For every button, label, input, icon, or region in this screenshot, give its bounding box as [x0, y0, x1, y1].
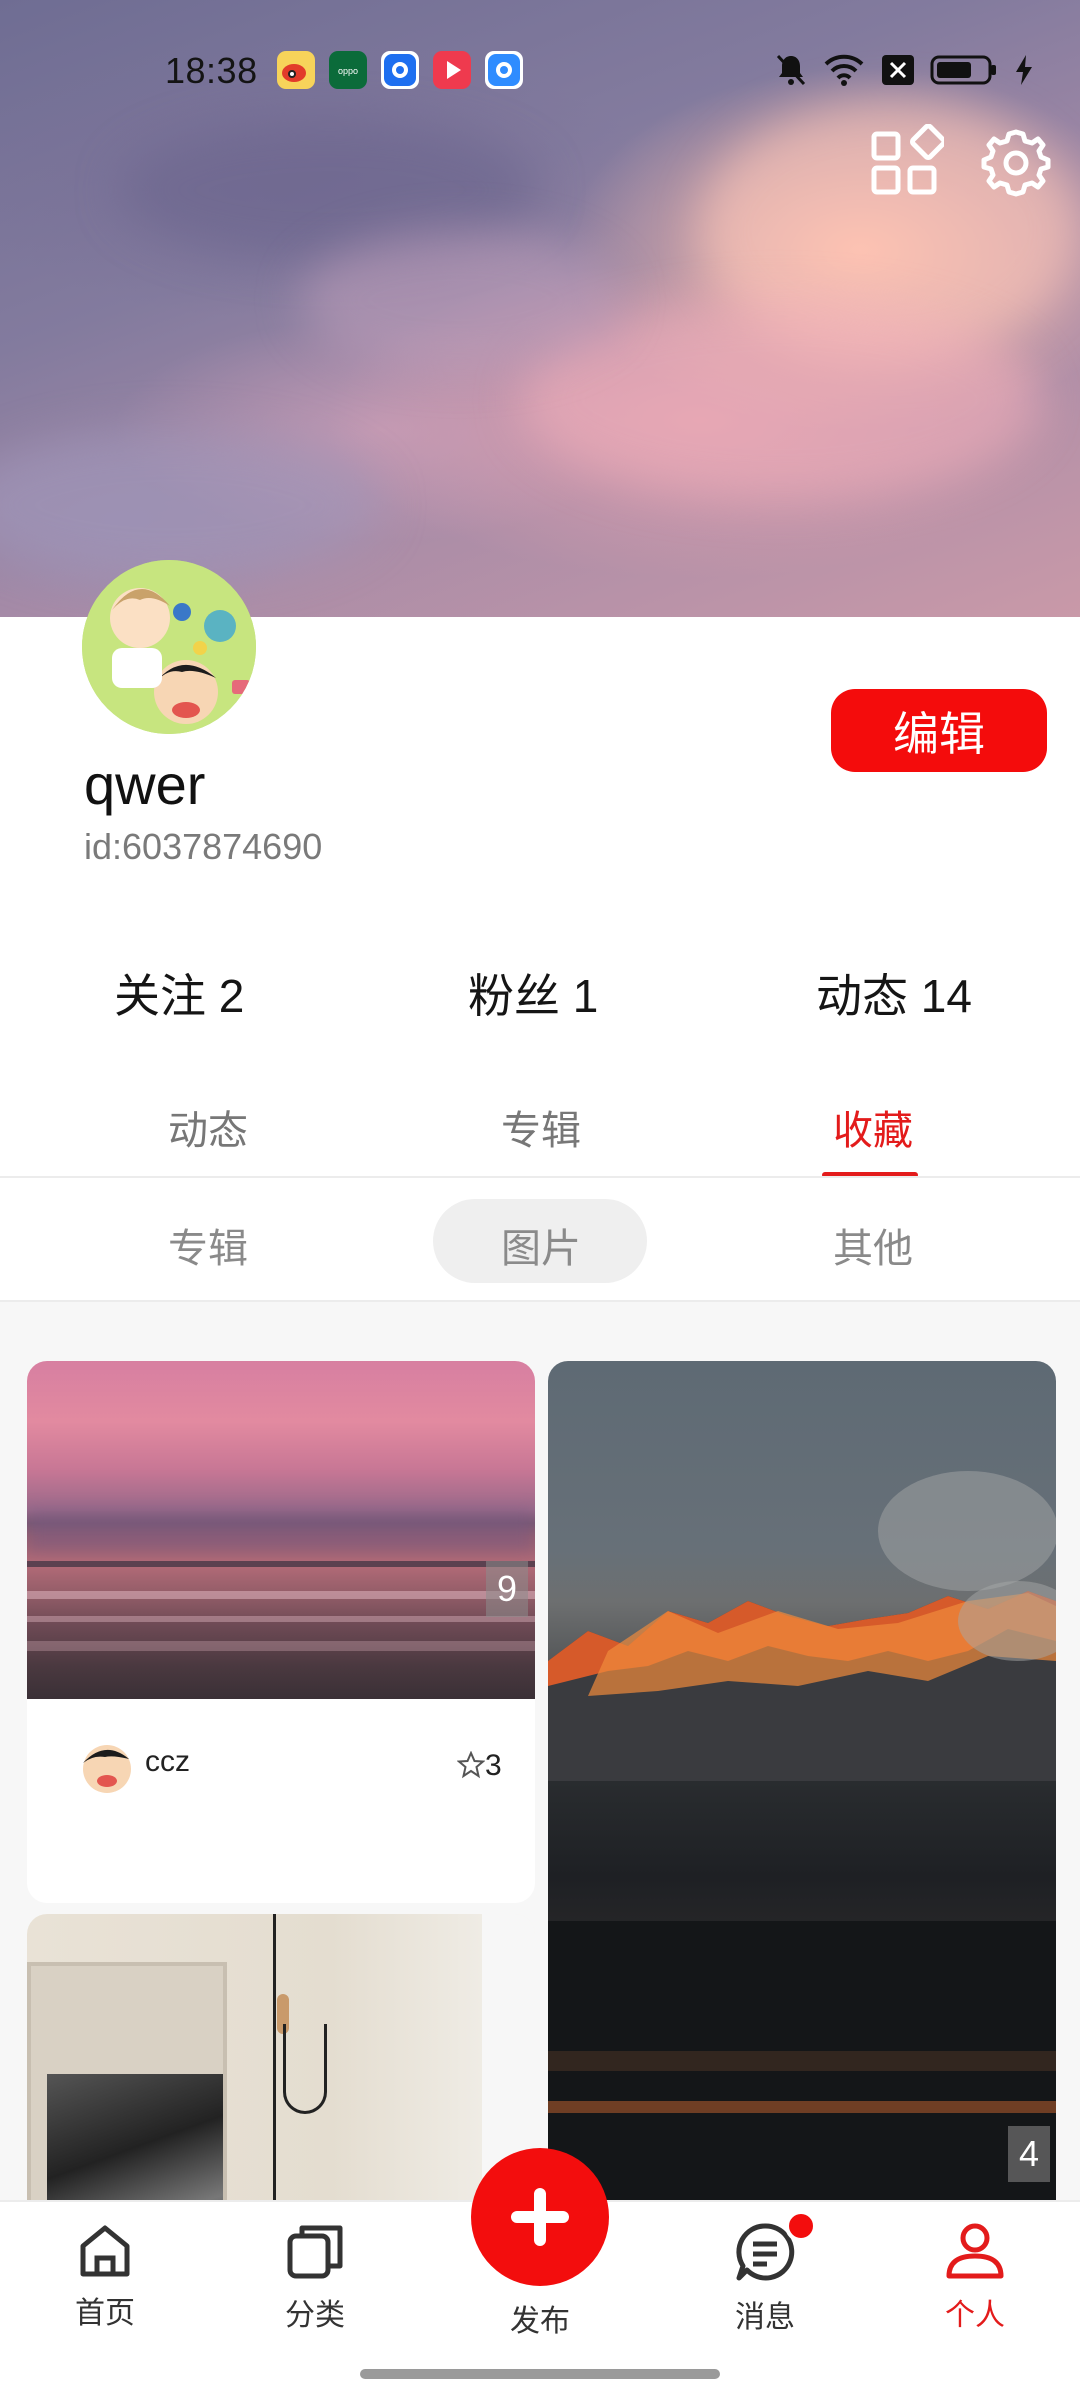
wifi-icon — [824, 54, 864, 86]
shapes-grid-button[interactable] — [866, 123, 947, 202]
gear-icon — [981, 129, 1051, 197]
edit-profile-button[interactable]: 编辑 — [831, 689, 1047, 772]
profile-tabs: 动态 专辑 收藏 — [0, 1090, 1080, 1180]
username: qwer — [84, 753, 206, 816]
category-icon — [287, 2225, 343, 2279]
mountain-art — [548, 1471, 1056, 2221]
author-avatar[interactable] — [71, 1733, 137, 1799]
nav-home-label: 首页 — [75, 2297, 135, 2330]
nav-messages[interactable]: 消息 — [695, 2220, 835, 2360]
tabs-divider — [0, 1176, 1080, 1178]
publish-label: 发布 — [510, 2305, 570, 2338]
gesture-bar[interactable] — [360, 2369, 720, 2379]
status-time: 18:38 — [165, 50, 258, 91]
avatar-image — [82, 560, 256, 734]
nav-category-label: 分类 — [285, 2299, 345, 2332]
oppo-icon: oppo — [329, 51, 367, 89]
sim-x-icon — [882, 55, 914, 85]
shapes-grid-icon — [871, 123, 947, 195]
fans-count[interactable]: 粉丝 1 — [468, 960, 598, 1026]
image-count-badge: 9 — [486, 1561, 528, 1617]
nav-me[interactable]: 个人 — [905, 2220, 1045, 2360]
app-blue-icon — [381, 51, 419, 89]
app-blue2-icon — [485, 51, 523, 89]
profile-page: 18:38 oppo qwer id:6037874690 编辑 关注 2 粉丝… — [0, 0, 1080, 2400]
tab-posts[interactable]: 动态 — [168, 1098, 248, 1156]
subtab-other[interactable]: 其他 — [833, 1216, 913, 1274]
card-footer: ccz 3 — [27, 1699, 535, 1903]
author-name[interactable]: ccz — [145, 1745, 190, 1779]
profile-stats: 关注 2 粉丝 1 动态 14 — [0, 960, 1080, 1030]
star-icon[interactable] — [457, 1751, 485, 1779]
plus-icon — [511, 2188, 569, 2246]
nav-home[interactable]: 首页 — [35, 2220, 175, 2360]
posts-count[interactable]: 动态 14 — [816, 960, 972, 1026]
unread-dot — [785, 2210, 817, 2242]
card-image[interactable]: 9 — [27, 1361, 535, 1699]
feed-card[interactable]: 9 ccz 3 — [27, 1361, 535, 1903]
card-image[interactable]: 4 — [548, 1361, 1056, 2221]
tab-albums[interactable]: 专辑 — [501, 1098, 581, 1156]
charging-icon — [1016, 55, 1032, 85]
status-indicators — [774, 50, 1034, 90]
weibo-icon — [277, 51, 315, 89]
svg-text:oppo: oppo — [338, 66, 358, 76]
nav-category[interactable]: 分类 — [245, 2220, 385, 2360]
nav-messages-label: 消息 — [735, 2301, 795, 2334]
star-count: 3 — [485, 1749, 502, 1782]
status-bar: 18:38 oppo — [0, 36, 1080, 100]
person-icon — [946, 2223, 1004, 2279]
user-id: id:6037874690 — [84, 826, 323, 867]
favorites-feed: 9 ccz 3 4 — [0, 1302, 1080, 2314]
video-red-icon — [433, 51, 471, 89]
image-count-badge: 4 — [1008, 2126, 1050, 2182]
avatar[interactable] — [82, 560, 256, 734]
feed-card[interactable]: 4 — [548, 1361, 1056, 2221]
nav-me-label: 个人 — [945, 2299, 1005, 2332]
favorites-subtabs: 专辑 图片 其他 — [0, 1196, 1080, 1286]
home-icon — [80, 2225, 130, 2277]
following-count[interactable]: 关注 2 — [114, 960, 244, 1026]
subtab-images[interactable]: 图片 — [501, 1216, 581, 1274]
publish-button[interactable] — [471, 2148, 609, 2286]
mute-bell-icon — [776, 54, 806, 86]
battery-icon — [930, 55, 996, 85]
tab-favorites[interactable]: 收藏 — [833, 1098, 913, 1156]
subtab-albums[interactable]: 专辑 — [168, 1216, 248, 1274]
settings-button[interactable] — [977, 124, 1055, 202]
